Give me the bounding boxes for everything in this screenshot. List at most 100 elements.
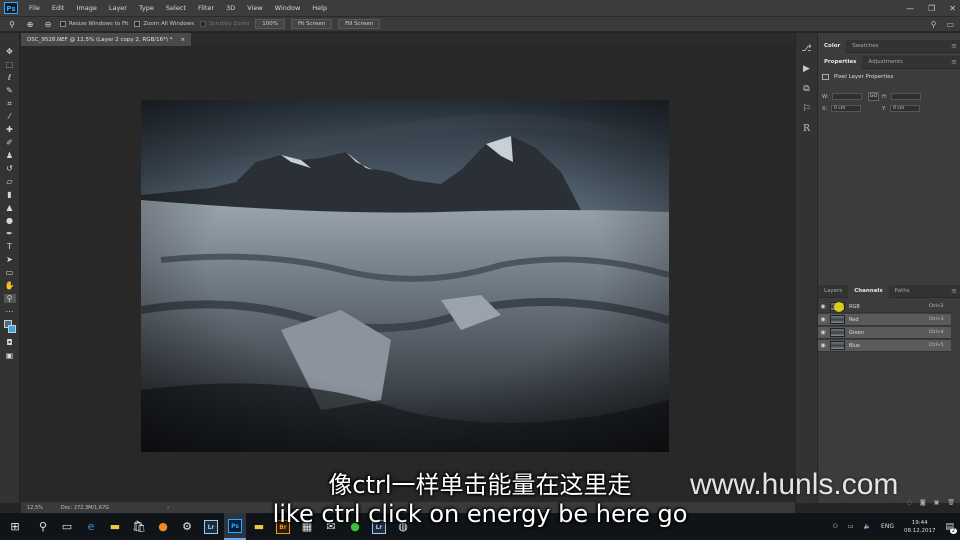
subtitle-english: like ctrl click on energy be here go	[272, 500, 688, 528]
path-select-icon[interactable]: ➤	[4, 255, 16, 264]
healing-brush-icon[interactable]: ✚	[4, 125, 16, 134]
channel-thumbnail	[830, 341, 845, 350]
menu-type[interactable]: Type	[133, 4, 160, 12]
panel-menu-icon[interactable]: ≡	[951, 285, 957, 298]
zoom-tool-icon[interactable]: ⚲	[3, 294, 16, 303]
channel-thumbnail	[830, 302, 845, 312]
type-tool-icon[interactable]: T	[4, 242, 16, 251]
move-tool-icon[interactable]: ✥	[4, 47, 16, 56]
fill-screen-button[interactable]: Fill Screen	[338, 19, 381, 29]
x-input[interactable]: 0 cm	[831, 105, 862, 112]
link-icon[interactable]: GO	[868, 92, 879, 101]
search-icon[interactable]: ⚲	[931, 20, 937, 29]
checkbox-box[interactable]	[60, 21, 66, 27]
channel-row-green[interactable]: ◉ Green Ctrl+4	[818, 327, 951, 339]
zoom-out-icon[interactable]: ⊖	[42, 20, 54, 29]
width-input[interactable]	[832, 93, 863, 100]
channel-row-red[interactable]: ◉ Red Ctrl+3	[818, 314, 951, 326]
minimize-icon[interactable]: —	[906, 4, 914, 13]
channel-shortcut: Ctrl+2	[929, 304, 944, 309]
x-label: X:	[822, 105, 828, 112]
gradient-tool-icon[interactable]: ▮	[4, 190, 16, 199]
history-icon[interactable]: ⎇	[801, 43, 813, 55]
menu-help[interactable]: Help	[306, 4, 333, 12]
crop-tool-icon[interactable]: ⌗	[4, 99, 16, 108]
eye-icon[interactable]: ◉	[818, 342, 828, 349]
channel-name: Red	[849, 316, 859, 323]
close-tab-icon[interactable]: ×	[181, 37, 186, 43]
zoom-100-button[interactable]: 100%	[255, 19, 285, 29]
restore-icon[interactable]: ❐	[928, 4, 935, 13]
resize-windows-checkbox[interactable]: Resize Windows to Fit	[60, 21, 128, 27]
more-tools-icon[interactable]: ⋯	[4, 307, 16, 316]
pixel-layer-icon	[822, 74, 829, 80]
menu-image[interactable]: Image	[70, 4, 102, 12]
menu-window[interactable]: Window	[269, 4, 307, 12]
document-tab[interactable]: DSC_9528.NEF @ 12,5% (Layer 2 copy 2, RG…	[21, 33, 192, 46]
color-panel-tabs: Color Swatches ≡	[818, 39, 960, 53]
channel-row-rgb[interactable]: ◉ RGB Ctrl+2	[818, 301, 951, 313]
menu-edit[interactable]: Edit	[46, 4, 71, 12]
hand-tool-icon[interactable]: ✋	[4, 281, 16, 290]
workspace-icon[interactable]: ▭	[946, 20, 954, 29]
channel-shortcut: Ctrl+3	[929, 317, 944, 322]
landscape-photo[interactable]	[141, 100, 669, 452]
options-bar: ⚲ ⊕ ⊖ Resize Windows to Fit Zoom All Win…	[0, 16, 960, 32]
x-field: X: 0 cm	[822, 105, 862, 112]
pen-tool-icon[interactable]: ✒	[4, 229, 16, 238]
stamp-tool-icon[interactable]: ♟	[4, 151, 16, 160]
quick-mask-icon[interactable]: ◘	[4, 338, 16, 347]
menu-layer[interactable]: Layer	[103, 4, 133, 12]
eye-icon[interactable]: ◉	[818, 303, 828, 310]
menu-file[interactable]: File	[23, 4, 46, 12]
paragraph-icon[interactable]: R	[801, 123, 813, 135]
lasso-tool-icon[interactable]: ℓ	[4, 73, 16, 82]
shape-tool-icon[interactable]: ▭	[4, 268, 16, 277]
eyedropper-tool-icon[interactable]: ⁄	[4, 112, 16, 121]
tab-color[interactable]: Color	[818, 39, 847, 53]
menu-3d[interactable]: 3D	[220, 4, 241, 12]
marquee-tool-icon[interactable]: ⬚	[4, 60, 16, 69]
play-actions-icon[interactable]: ▶	[801, 63, 813, 75]
panel-menu-icon[interactable]: ≡	[951, 56, 957, 69]
photo-image	[141, 100, 669, 452]
checkbox-box[interactable]	[200, 21, 207, 27]
channel-row-blue[interactable]: ◉ Blue Ctrl+5	[818, 340, 951, 352]
screen-mode-icon[interactable]: ▣	[4, 351, 16, 360]
brush-tool-icon[interactable]: ✐	[4, 138, 16, 147]
quick-select-tool-icon[interactable]: ✎	[4, 86, 16, 95]
menu-view[interactable]: View	[241, 4, 268, 12]
clone-source-icon[interactable]: ⧉	[801, 83, 813, 95]
close-icon[interactable]: ✕	[949, 4, 956, 13]
tab-paths[interactable]: Paths	[889, 285, 916, 298]
character-icon[interactable]: ⚐	[801, 103, 813, 115]
dodge-tool-icon[interactable]: ●	[4, 216, 16, 225]
zoom-tool-icon[interactable]: ⚲	[6, 20, 18, 29]
tab-layers[interactable]: Layers	[818, 285, 848, 298]
panel-menu-icon[interactable]: ≡	[951, 40, 957, 53]
eye-icon[interactable]: ◉	[818, 329, 828, 336]
tab-adjustments[interactable]: Adjustments	[862, 56, 908, 69]
y-label: Y:	[882, 105, 887, 112]
fit-screen-button[interactable]: Fit Screen	[290, 19, 333, 29]
tab-properties[interactable]: Properties	[818, 55, 863, 69]
scrubby-zoom-checkbox[interactable]: Scrubby Zoom	[200, 21, 249, 27]
height-input[interactable]	[891, 93, 922, 100]
window-controls: — ❐ ✕	[906, 0, 956, 16]
zoom-all-checkbox[interactable]: Zoom All Windows	[134, 21, 194, 27]
width-label: W:	[822, 93, 829, 100]
menu-select[interactable]: Select	[160, 4, 192, 12]
zoom-in-icon[interactable]: ⊕	[24, 20, 36, 29]
channel-name: RGB	[849, 303, 860, 310]
eraser-tool-icon[interactable]: ▱	[4, 177, 16, 186]
history-brush-icon[interactable]: ↺	[4, 164, 16, 173]
color-swatch-icon[interactable]	[3, 320, 16, 334]
y-input[interactable]: 0 cm	[890, 105, 921, 112]
menu-filter[interactable]: Filter	[192, 4, 220, 12]
eye-icon[interactable]: ◉	[818, 316, 828, 323]
tab-swatches[interactable]: Swatches	[846, 40, 884, 53]
blur-tool-icon[interactable]: ▲	[4, 203, 16, 212]
right-panels: Color Swatches ≡ Properties Adjustments …	[817, 33, 960, 506]
tab-channels[interactable]: Channels	[848, 284, 889, 298]
checkbox-box[interactable]	[134, 21, 141, 27]
